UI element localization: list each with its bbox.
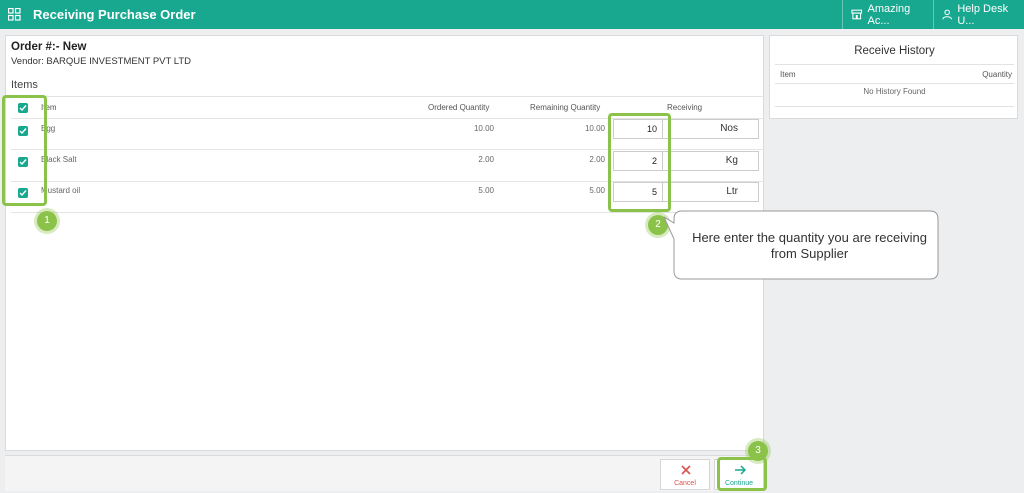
divider [11, 96, 763, 97]
page-title: Receiving Purchase Order [33, 7, 196, 22]
user-icon [942, 9, 952, 20]
account-switcher[interactable]: Amazing Ac... [842, 0, 932, 29]
checkbox-highlight [2, 95, 47, 206]
store-icon [851, 9, 863, 20]
empty-state: No History Found [863, 87, 926, 96]
callout-text: Here enter the quantity you are receivin… [692, 230, 927, 261]
divider [775, 64, 1014, 65]
col-receiving: Receiving [667, 103, 703, 112]
user-name: Help Desk U... [957, 2, 1009, 27]
remaining-qty: 2.00 [589, 155, 605, 164]
unit-label: Nos [663, 119, 759, 139]
remaining-qty: 10.00 [584, 124, 605, 133]
items-heading: Items [11, 79, 38, 91]
action-bar [5, 455, 764, 491]
ordered-qty: 2.00 [478, 155, 494, 164]
ordered-qty: 10.00 [473, 124, 494, 133]
unit-label: Kg [663, 151, 759, 171]
order-number: Order #:- New [11, 41, 87, 53]
receive-history-panel: Receive History Item Quantity No History… [769, 35, 1018, 119]
quantity-highlight [608, 113, 671, 212]
receive-history-title: Receive History [854, 45, 935, 57]
step-badge-1: 1 [37, 211, 57, 231]
vendor-label: Vendor: BARQUE INVESTMENT PVT LTD [11, 56, 192, 67]
col-remaining: Remaining Quantity [530, 103, 601, 112]
tooltip-callout: Here enter the quantity you are receivin… [664, 210, 944, 281]
account-name: Amazing Ac... [867, 2, 911, 27]
divider [775, 83, 1014, 84]
step-badge-3: 3 [748, 441, 768, 461]
cancel-label: Cancel [674, 480, 696, 487]
remaining-qty: 5.00 [589, 186, 605, 195]
ordered-qty: 5.00 [478, 186, 494, 195]
close-icon [681, 465, 691, 475]
divider [11, 212, 763, 213]
top-bar: Receiving Purchase Order Amazing Ac... H… [0, 0, 1024, 29]
cancel-button[interactable]: Cancel [660, 459, 710, 490]
apps-grid-icon[interactable] [8, 8, 21, 21]
col-ordered: Ordered Quantity [428, 103, 490, 112]
divider [775, 106, 1014, 107]
unit-label: Ltr [663, 182, 759, 202]
history-col-item: Item [780, 70, 796, 79]
order-panel: Order #:- New Vendor: BARQUE INVESTMENT … [5, 35, 764, 451]
continue-highlight [717, 457, 767, 491]
user-menu[interactable]: Help Desk U... [933, 0, 1024, 29]
history-col-qty: Quantity [982, 70, 1012, 79]
